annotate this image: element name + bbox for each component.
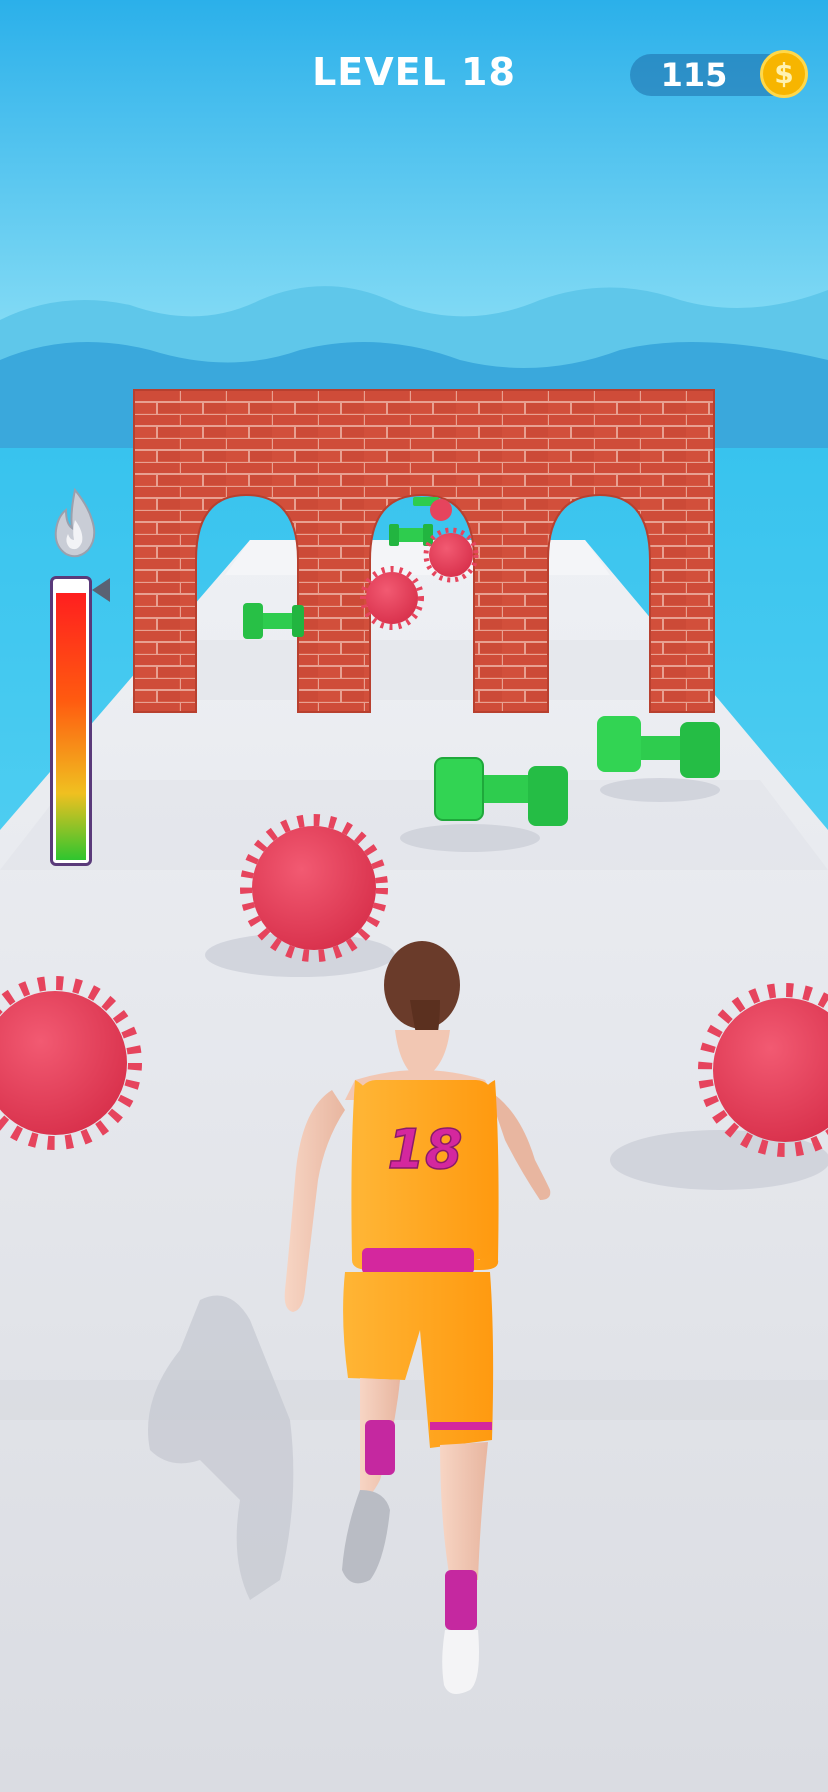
energy-meter: [50, 576, 92, 866]
distant-spiked-ball: [430, 499, 452, 521]
jersey-number: 18: [387, 1118, 462, 1181]
coin-count: 115: [660, 56, 728, 94]
game-screen[interactable]: 18 LEVEL 18 115 $: [0, 0, 828, 1792]
flame-icon: [54, 487, 96, 558]
coin-icon: $: [760, 50, 808, 98]
game-scene[interactable]: 18: [0, 0, 828, 1792]
meter-marker-icon: [92, 578, 110, 602]
energy-meter-fill: [56, 593, 86, 860]
